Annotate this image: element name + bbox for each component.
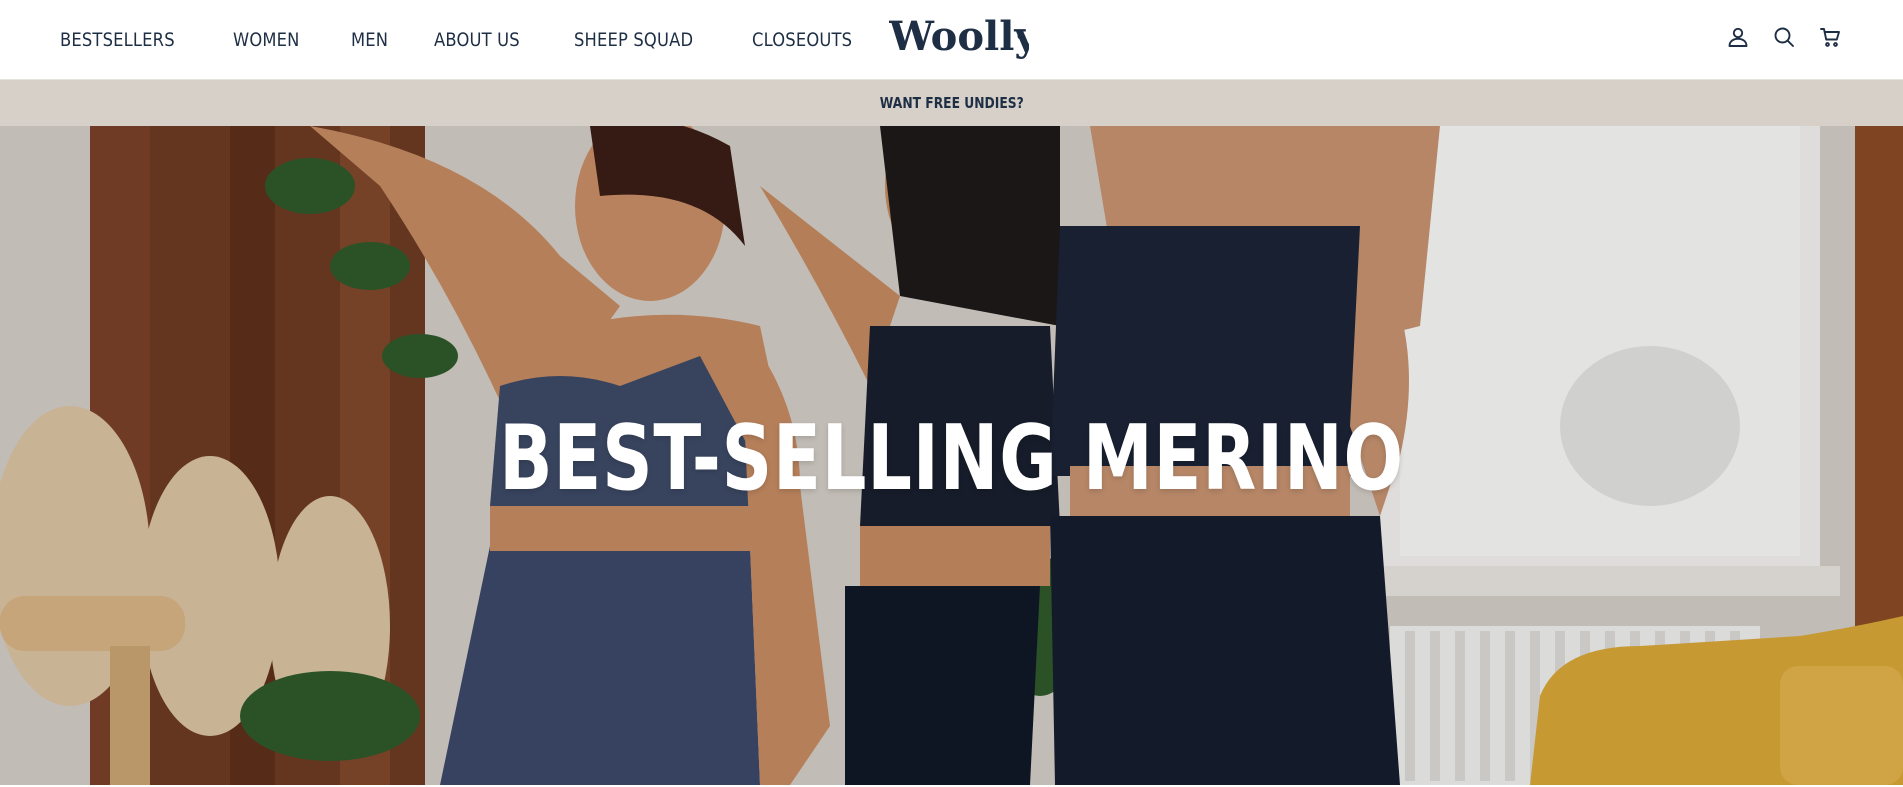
nav-item-closeouts[interactable]: CLOSEOUTS xyxy=(752,29,852,51)
woolly-logo[interactable]: Woolly xyxy=(888,13,1039,62)
hero-banner[interactable]: BEST-SELLING MERINO xyxy=(0,126,1903,785)
account-icon[interactable] xyxy=(1725,24,1751,50)
svg-text:Woolly: Woolly xyxy=(889,14,1029,60)
nav-item-sheep-squad[interactable]: SHEEP SQUAD xyxy=(574,29,693,51)
site-header: BESTSELLERS WOMEN MEN ABOUT US SHEEP SQU… xyxy=(0,0,1903,80)
nav-item-men[interactable]: MEN xyxy=(351,29,388,51)
main-nav: BESTSELLERS WOMEN MEN ABOUT US SHEEP SQU… xyxy=(60,0,909,80)
nav-item-bestsellers[interactable]: BESTSELLERS xyxy=(60,29,175,51)
announcement-bar: WANT FREE UNDIES? xyxy=(0,80,1903,126)
search-icon[interactable] xyxy=(1771,24,1797,50)
nav-item-women[interactable]: WOMEN xyxy=(233,29,300,51)
header-icons xyxy=(1725,24,1843,50)
announcement-link[interactable]: WANT FREE UNDIES? xyxy=(880,94,1024,112)
nav-item-about-us[interactable]: ABOUT US xyxy=(434,29,520,51)
hero-title: BEST-SELLING MERINO xyxy=(499,406,1404,511)
cart-icon[interactable] xyxy=(1817,24,1843,50)
